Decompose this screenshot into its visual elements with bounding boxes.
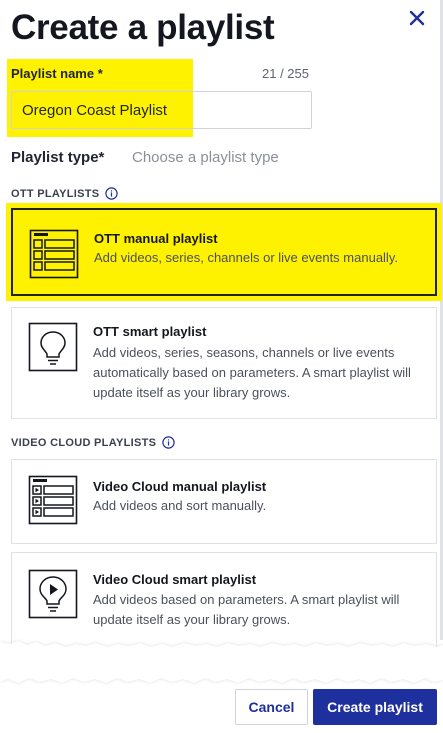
card-title: Video Cloud smart playlist	[93, 572, 257, 587]
video-cloud-manual-playlist-card[interactable]: Video Cloud manual playlist Add videos a…	[11, 459, 437, 544]
playlist-type-label: Playlist type*	[11, 149, 105, 166]
character-counter: 21 / 255	[262, 66, 309, 81]
ott-smart-playlist-card[interactable]: OTT smart playlist Add videos, series, s…	[11, 307, 437, 419]
card-description: Add videos based on parameters. A smart …	[93, 592, 400, 627]
ott-section-heading: OTT PLAYLISTS	[11, 187, 119, 200]
card-title: Video Cloud manual playlist	[93, 479, 267, 494]
info-icon[interactable]	[105, 187, 119, 200]
manual-playlist-grid-icon	[29, 229, 79, 279]
play-lightbulb-icon	[28, 569, 78, 619]
lightbulb-icon	[28, 322, 78, 372]
video-list-icon	[28, 475, 78, 525]
card-title: OTT smart playlist	[93, 324, 207, 339]
playlist-name-label: Playlist name *	[11, 66, 103, 81]
playlist-name-input[interactable]	[11, 91, 312, 129]
close-icon[interactable]	[408, 9, 426, 27]
ott-manual-playlist-card[interactable]: OTT manual playlist Add videos, series, …	[6, 203, 442, 301]
cancel-button[interactable]: Cancel	[235, 689, 308, 725]
create-playlist-button[interactable]: Create playlist	[313, 689, 437, 725]
card-title: OTT manual playlist	[94, 231, 218, 246]
card-description: Add videos, series, seasons, channels or…	[93, 345, 411, 400]
video-cloud-section-label: VIDEO CLOUD PLAYLISTS	[11, 436, 157, 449]
video-cloud-section-heading: VIDEO CLOUD PLAYLISTS	[11, 436, 175, 449]
info-icon[interactable]	[162, 436, 175, 449]
card-description: Add videos and sort manually.	[93, 498, 267, 513]
card-description: Add videos, series, channels or live eve…	[94, 250, 398, 265]
playlist-type-select[interactable]: Choose a playlist type	[132, 149, 279, 166]
torn-edge-divider	[0, 641, 443, 683]
dialog-title: Create a playlist	[11, 8, 275, 47]
ott-section-label: OTT PLAYLISTS	[11, 187, 100, 200]
